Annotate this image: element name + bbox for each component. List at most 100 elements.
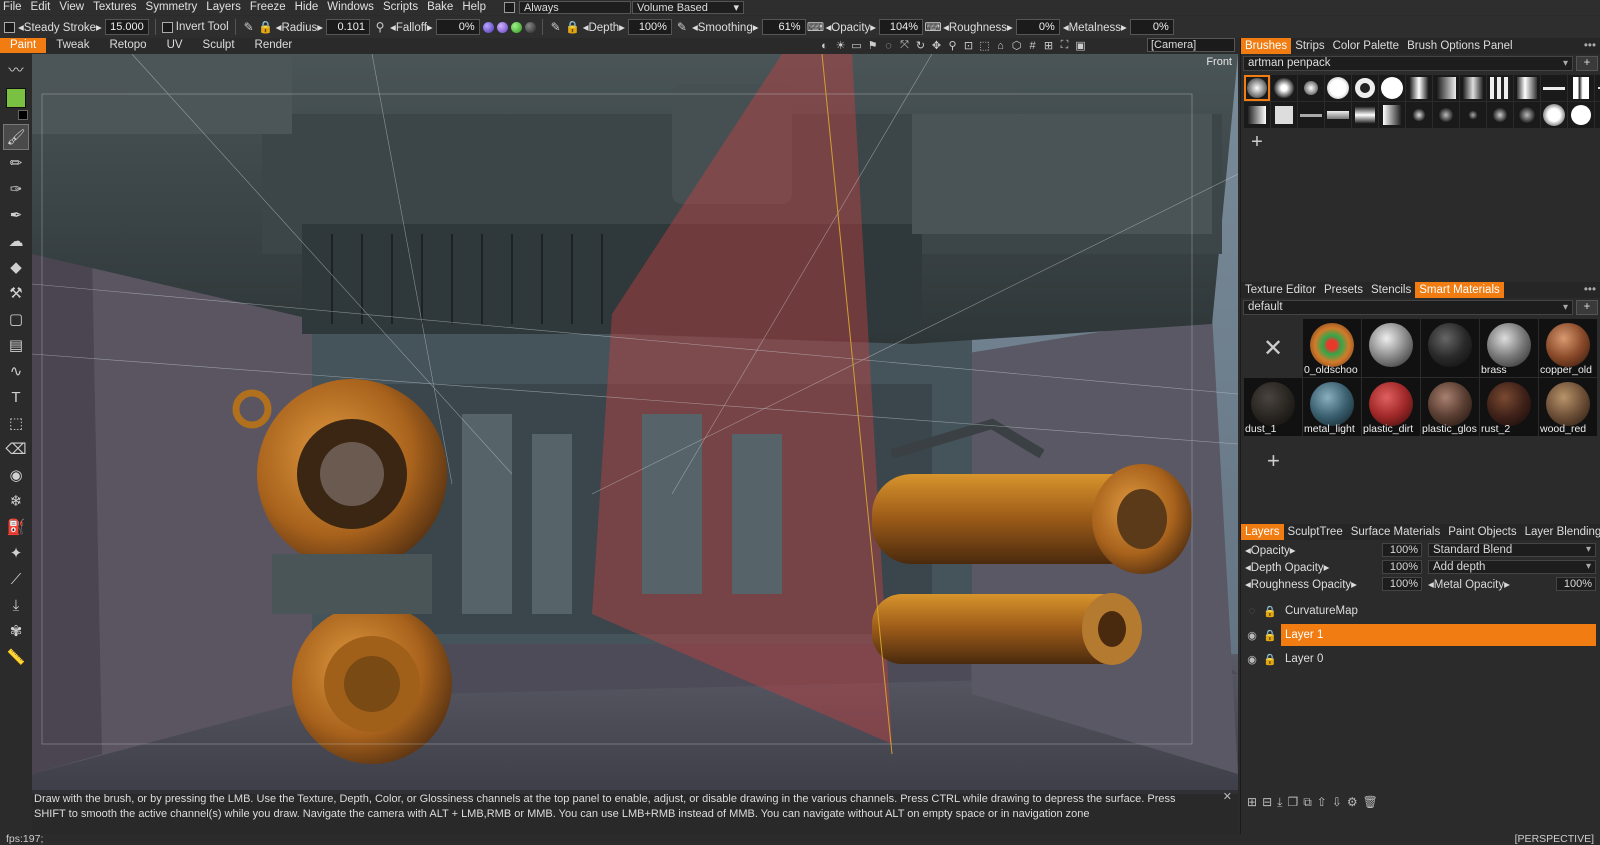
brush-item[interactable] (1433, 75, 1459, 101)
brush-item[interactable] (1487, 102, 1513, 128)
material-sphere-icon[interactable] (496, 21, 508, 33)
smart-material-item[interactable]: dust_1 (1244, 378, 1302, 436)
layer-item[interactable]: ◌ 🔒 CurvatureMap (1245, 600, 1596, 622)
radius-pick-icon[interactable]: ⚲ (373, 20, 387, 34)
brush-preset-select[interactable]: artman penpack (1243, 56, 1573, 71)
cube-icon[interactable]: ⬡ (1010, 39, 1023, 52)
fill-tool-icon[interactable]: ◆ (3, 254, 29, 280)
eye-icon[interactable]: ◉ (1245, 653, 1259, 666)
depth-mode-select[interactable]: Add depth (1428, 559, 1596, 574)
panel-menu-icon[interactable]: ••• (1584, 284, 1600, 296)
zoom-icon[interactable]: ⚲ (946, 39, 959, 52)
smart-material-item[interactable]: rust_2 (1480, 378, 1538, 436)
blend-mode-select[interactable]: Standard Blend (1428, 542, 1596, 557)
brush-item[interactable] (1379, 102, 1405, 128)
move-down-icon[interactable]: ⇩ (1332, 795, 1342, 810)
brush-item[interactable] (1460, 75, 1486, 101)
menu-symmetry[interactable]: Symmetry (143, 0, 204, 15)
brush-item[interactable] (1352, 102, 1378, 128)
merge-down-icon[interactable]: ⤓ (1277, 795, 1282, 810)
brush-item[interactable] (1487, 75, 1513, 101)
transform-icon[interactable]: ⤧ (898, 39, 911, 52)
depth-lock-icon[interactable]: 🔒 (565, 20, 580, 34)
smart-material-item[interactable]: 0_oldschoo (1303, 319, 1361, 377)
viewport[interactable]: Front (32, 54, 1238, 794)
bucket-tool-icon[interactable]: ⛽ (3, 514, 29, 540)
layer-item[interactable]: ◉ 🔒 Layer 1 (1245, 624, 1596, 646)
move-icon[interactable]: ✥ (930, 39, 943, 52)
room-retopo[interactable]: Retopo (99, 38, 156, 53)
brush-item[interactable] (1568, 102, 1594, 128)
falloff-value[interactable]: 0% (435, 19, 480, 35)
add-smart-preset-button[interactable]: + (1576, 300, 1598, 315)
metalness-value[interactable]: 0% (1129, 19, 1174, 35)
brush-item[interactable] (1379, 75, 1405, 101)
brush-item[interactable] (1406, 75, 1432, 101)
tab-texture-editor[interactable]: Texture Editor (1241, 282, 1320, 298)
room-sculpt[interactable]: Sculpt (193, 38, 245, 53)
tab-presets[interactable]: Presets (1320, 282, 1367, 298)
pencil-tool-icon[interactable]: ✏ (3, 150, 29, 176)
menu-bake[interactable]: Bake (424, 0, 459, 15)
menu-freeze[interactable]: Freeze (247, 0, 292, 15)
depth-pen-icon[interactable]: ✎ (549, 20, 563, 34)
brush-item[interactable] (1244, 75, 1270, 101)
tab-brushes[interactable]: Brushes (1241, 38, 1292, 54)
volume-combo[interactable]: Volume Based ▾ (631, 1, 744, 14)
smudge-tool-icon[interactable]: ☁ (3, 228, 29, 254)
lock-icon[interactable]: 🔒 (1263, 629, 1277, 642)
brush-item[interactable] (1595, 102, 1600, 128)
curve-tool-icon[interactable]: ∿ (3, 358, 29, 384)
brush-item[interactable] (1271, 102, 1297, 128)
brush-item[interactable] (1514, 102, 1540, 128)
drop-icon[interactable]: ◌ (882, 40, 895, 52)
frame-icon[interactable]: ▭ (850, 39, 863, 52)
brightness-icon[interactable]: ☀ (834, 39, 847, 52)
dark-sphere-icon[interactable] (524, 21, 536, 33)
move-up-icon[interactable]: ⇧ (1317, 795, 1327, 810)
opacity-mouse-icon[interactable]: ⌨ (807, 20, 824, 34)
layer-item[interactable]: ◉ 🔒 Layer 0 (1245, 648, 1596, 670)
tab-surface-materials[interactable]: Surface Materials (1347, 524, 1444, 540)
menu-file[interactable]: File (0, 0, 28, 15)
copy-icon[interactable]: ⧉ (1303, 795, 1312, 810)
tab-stencils[interactable]: Stencils (1367, 282, 1415, 298)
picker-tool-icon[interactable]: ⟋ (3, 566, 29, 592)
secondary-color-swatch[interactable] (18, 110, 28, 120)
roughness-mouse-icon[interactable]: ⌨ (924, 20, 941, 34)
brush-item[interactable] (1595, 75, 1600, 101)
add-smart-material-button[interactable]: + (1267, 448, 1600, 474)
smart-material-item[interactable]: wood_red (1539, 378, 1597, 436)
brush-item[interactable] (1298, 75, 1324, 101)
brush-item[interactable] (1271, 75, 1297, 101)
smart-preset-select[interactable]: default (1243, 300, 1573, 315)
brush-tool-icon[interactable]: 🖌 (3, 124, 29, 150)
eye-icon[interactable]: ◉ (1245, 629, 1259, 642)
room-paint[interactable]: Paint (0, 38, 47, 53)
add-brush-button[interactable]: + (1244, 129, 1270, 155)
grid-small-icon[interactable]: ⊞ (1042, 39, 1055, 52)
camera-select[interactable]: [Camera] (1147, 38, 1235, 52)
opacity-value[interactable]: 104% (879, 19, 924, 35)
snowflake-tool-icon[interactable]: ❄ (3, 488, 29, 514)
steady-stroke-checkbox[interactable] (4, 21, 15, 33)
clear-material-icon[interactable]: ✕ (1244, 319, 1302, 377)
select-tool-icon[interactable]: ⬚ (3, 410, 29, 436)
ruler-tool-icon[interactable]: 📏 (3, 644, 29, 670)
properties-icon[interactable]: ⚙ (1347, 795, 1358, 810)
radius-value[interactable]: 0.101 (326, 19, 371, 35)
duplicate-icon[interactable]: ❐ (1287, 795, 1298, 810)
menu-view[interactable]: View (56, 0, 90, 15)
pen-icon[interactable]: ✎ (242, 20, 256, 34)
smart-material-item[interactable] (1362, 319, 1420, 377)
menu-help[interactable]: Help (459, 0, 492, 15)
menu-scripts[interactable]: Scripts (380, 0, 424, 15)
screenshot-icon[interactable]: ▣ (1074, 39, 1087, 52)
tab-paint-objects[interactable]: Paint Objects (1444, 524, 1520, 540)
opacity-value[interactable]: 100% (1382, 542, 1422, 557)
tab-color-palette[interactable]: Color Palette (1329, 38, 1403, 54)
always-checkbox[interactable] (503, 2, 515, 13)
menu-textures[interactable]: Textures (90, 0, 142, 15)
smoothing-value[interactable]: 61% (761, 19, 806, 35)
primary-color-swatch[interactable] (6, 88, 26, 108)
